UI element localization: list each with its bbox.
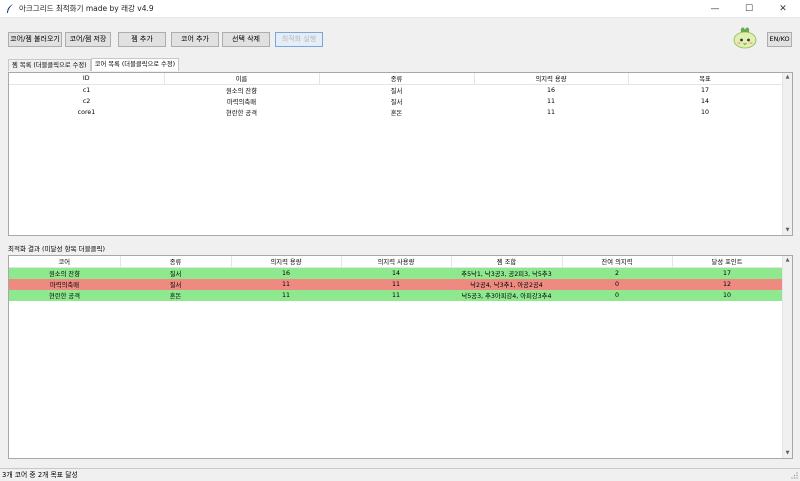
maximize-button[interactable]: ☐	[732, 0, 766, 17]
cell-capacity: 11	[231, 290, 341, 301]
cell-remaining: 0	[562, 279, 672, 290]
cell-remaining: 0	[562, 290, 672, 301]
cell-id: c1	[82, 87, 91, 94]
cell-capacity: 11	[231, 279, 341, 290]
cell-name: 마력의축매	[227, 99, 256, 106]
cell-name: 원소의 잔향	[226, 88, 257, 95]
column-header-gem-combination[interactable]: 젬 조합	[451, 256, 563, 268]
add-core-button[interactable]: 코어 추가	[171, 32, 219, 47]
status-bar: 3개 코어 중 2개 목표 달성	[0, 468, 800, 480]
close-button[interactable]: ✕	[766, 0, 800, 17]
status-text: 3개 코어 중 2개 목표 달성	[2, 471, 78, 479]
core-table-header: ID 이름 종류 의지력 용량 목표	[9, 73, 783, 85]
cell-gem-combination: 추5낙1, 낙3공3, 공2피3, 낙5추3	[451, 267, 562, 279]
scroll-up-arrow-icon[interactable]: ▲	[783, 73, 792, 82]
results-section-label: 최적화 결과 (미달성 항목 더블클릭)	[8, 245, 106, 253]
cell-target: 10	[700, 109, 709, 116]
column-header-core[interactable]: 코어	[9, 256, 121, 268]
cell-type: 질서	[390, 99, 403, 106]
scroll-down-arrow-icon[interactable]: ▼	[783, 449, 792, 458]
mascot-logo	[733, 27, 757, 49]
cell-capacity: 16	[231, 267, 341, 279]
resize-grip-icon[interactable]	[790, 471, 798, 479]
cell-target: 17	[700, 87, 709, 94]
cell-core: 현란한 공격	[9, 290, 120, 301]
column-header-name[interactable]: 이름	[164, 73, 320, 85]
column-header-type[interactable]: 종류	[319, 73, 475, 85]
cell-used: 11	[341, 290, 451, 301]
core-list-scrollbar[interactable]: ▲ ▼	[782, 73, 792, 235]
cell-core: 원소의 잔향	[9, 267, 120, 279]
title-bar: 아크그리드 최적화기 made by 래강 v4.9 — ☐ ✕	[0, 0, 800, 18]
scroll-down-arrow-icon[interactable]: ▼	[783, 226, 792, 235]
table-row[interactable]: 마력의축매 질서 11 11 낙2공4, 낙3추1, 아공2공4 0 12	[9, 279, 782, 290]
cell-gem-combination: 낙5공3, 추3아피강4, 아피강3추4	[451, 290, 562, 301]
column-header-achieved-points[interactable]: 달성 포인트	[672, 256, 783, 268]
column-header-willpower-used[interactable]: 의지력 사용량	[341, 256, 452, 268]
cell-core: 마력의축매	[9, 279, 120, 290]
cell-gem-combination: 낙2공4, 낙3추1, 아공2공4	[451, 279, 562, 290]
results-table: 코어 종류 의지력 용량 의지력 사용량 젬 조합 잔여 의지력 달성 포인트 …	[9, 256, 783, 301]
save-cores-gems-button[interactable]: 코어/젬 저장	[65, 32, 111, 47]
run-optimize-button[interactable]: 최적화 실행	[275, 32, 323, 47]
results-table-header: 코어 종류 의지력 용량 의지력 사용량 젬 조합 잔여 의지력 달성 포인트	[9, 256, 783, 268]
cell-type: 혼돈	[120, 290, 231, 301]
column-header-target[interactable]: 목표	[628, 73, 783, 85]
table-row[interactable]: c1 원소의 잔향 질서 16 17	[9, 85, 782, 97]
language-toggle-button[interactable]: EN/KO	[767, 32, 792, 47]
window-controls: — ☐ ✕	[698, 0, 800, 17]
cell-name: 현란한 공격	[226, 110, 257, 117]
load-cores-gems-button[interactable]: 코어/젬 불러오기	[8, 32, 62, 47]
results-scrollbar[interactable]: ▲ ▼	[782, 256, 792, 458]
cell-points: 12	[672, 279, 782, 290]
cell-type: 질서	[120, 279, 231, 290]
add-gem-button[interactable]: 젬 추가	[118, 32, 166, 47]
cell-type: 질서	[390, 88, 403, 95]
tab-gem-list[interactable]: 젬 목록 (더블클릭으로 수정)	[8, 59, 91, 71]
cell-used: 11	[341, 279, 451, 290]
window-title: 아크그리드 최적화기 made by 래강 v4.9	[19, 4, 154, 13]
cell-capacity: 11	[546, 98, 555, 105]
cell-type: 혼돈	[390, 110, 403, 117]
results-panel: 코어 종류 의지력 용량 의지력 사용량 젬 조합 잔여 의지력 달성 포인트 …	[8, 255, 793, 459]
cell-capacity: 11	[546, 109, 555, 116]
cell-used: 14	[341, 267, 451, 279]
cell-id: c2	[82, 98, 91, 105]
table-row[interactable]: 현란한 공격 혼돈 11 11 낙5공3, 추3아피강4, 아피강3추4 0 1…	[9, 290, 782, 301]
table-row[interactable]: 원소의 잔향 질서 16 14 추5낙1, 낙3공3, 공2피3, 낙5추3 2…	[9, 267, 782, 279]
column-header-remaining-willpower[interactable]: 잔여 의지력	[562, 256, 673, 268]
cell-id: core1	[77, 109, 96, 116]
column-header-id[interactable]: ID	[9, 73, 165, 85]
column-header-willpower-capacity[interactable]: 의지력 용량	[231, 256, 342, 268]
delete-selected-button[interactable]: 선택 삭제	[222, 32, 270, 47]
core-table: ID 이름 종류 의지력 용량 목표 c1 원소의 잔향 질서 16 17 c2…	[9, 73, 783, 118]
cell-points: 10	[672, 290, 782, 301]
cell-target: 14	[700, 98, 709, 105]
core-list-panel: ID 이름 종류 의지력 용량 목표 c1 원소의 잔향 질서 16 17 c2…	[8, 72, 793, 236]
column-header-type[interactable]: 종류	[120, 256, 232, 268]
cell-capacity: 16	[546, 87, 555, 94]
cell-points: 17	[672, 267, 782, 279]
cell-remaining: 2	[562, 267, 672, 279]
feather-icon	[7, 3, 13, 13]
table-row[interactable]: core1 현란한 공격 혼돈 11 10	[9, 107, 782, 118]
tab-core-list[interactable]: 코어 목록 (더블클릭으로 수정)	[90, 58, 180, 71]
toolbar: 코어/젬 불러오기 코어/젬 저장 젬 추가 코어 추가 선택 삭제 최적화 실…	[0, 28, 800, 52]
scroll-up-arrow-icon[interactable]: ▲	[783, 256, 792, 265]
column-header-willpower-capacity[interactable]: 의지력 용량	[474, 73, 629, 85]
minimize-button[interactable]: —	[698, 0, 732, 17]
tab-bar: 젬 목록 (더블클릭으로 수정) 코어 목록 (더블클릭으로 수정)	[8, 58, 180, 71]
table-row[interactable]: c2 마력의축매 질서 11 14	[9, 96, 782, 107]
cell-type: 질서	[120, 267, 231, 279]
